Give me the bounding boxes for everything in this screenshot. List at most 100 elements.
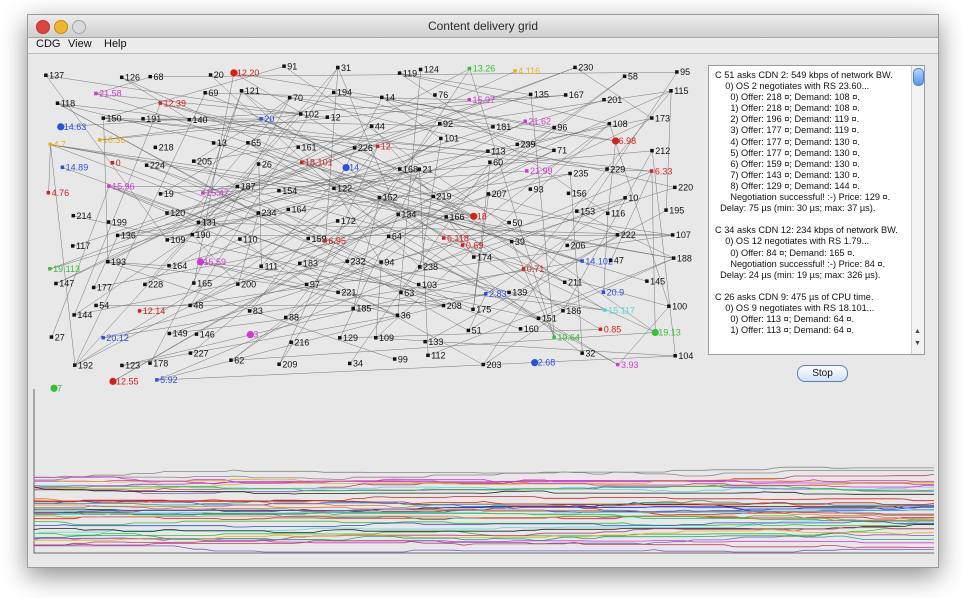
graph-node[interactable]: 71 [552, 146, 567, 156]
graph-node[interactable]: 117 [70, 241, 90, 251]
graph-node[interactable]: 3 [246, 330, 259, 340]
graph-node[interactable]: 96 [552, 123, 567, 133]
graph-node[interactable]: 238 [418, 262, 438, 272]
graph-node[interactable]: 13 [211, 138, 227, 148]
graph-node[interactable]: 153 [575, 206, 595, 216]
graph-node[interactable]: 14.89 [60, 162, 89, 172]
graph-node[interactable]: 50 [507, 218, 522, 228]
graph-node[interactable]: 133 [423, 337, 443, 347]
graph-node[interactable]: 58 [622, 72, 638, 82]
graph-node[interactable]: 91 [282, 61, 297, 71]
graph-node[interactable]: 94 [379, 257, 394, 267]
graph-node[interactable]: 54 [94, 301, 109, 311]
graph-node[interactable]: 99 [392, 354, 408, 364]
graph-node[interactable]: 3.93 [616, 360, 639, 370]
graph-node[interactable]: 20 [208, 70, 224, 80]
graph-node[interactable]: 31 [336, 63, 351, 73]
graph-node[interactable]: 14.102 [580, 256, 613, 266]
graph-node[interactable]: 205 [191, 156, 212, 166]
graph-node[interactable]: 34 [347, 359, 363, 369]
graph-node[interactable]: 109 [165, 235, 186, 245]
graph-node[interactable]: 101 [439, 134, 459, 144]
graph-node[interactable]: 190 [190, 230, 211, 240]
graph-node[interactable]: 228 [143, 280, 163, 290]
graph-node[interactable]: 6.98 [612, 136, 636, 146]
graph-node[interactable]: 206 [565, 241, 586, 251]
graph-node[interactable]: 209 [277, 360, 297, 370]
menu-help[interactable]: Help [104, 38, 127, 50]
graph-node[interactable]: 60 [488, 157, 503, 167]
graph-node[interactable]: 19 [158, 189, 174, 199]
graph-node[interactable]: 6.33 [649, 166, 673, 176]
graph-node[interactable]: 118 [55, 98, 75, 108]
graph-node[interactable]: 140 [187, 115, 208, 125]
graph-node[interactable]: 203 [481, 360, 501, 370]
graph-node[interactable]: 21.62 [523, 116, 551, 126]
graph-node[interactable]: 165 [192, 278, 212, 288]
graph-node[interactable]: 139 [507, 288, 527, 298]
graph-node[interactable]: 19.113 [48, 264, 80, 274]
graph-node[interactable]: 124 [418, 65, 439, 75]
graph-node[interactable]: 76 [433, 90, 448, 100]
graph-node[interactable]: 18.101 [300, 158, 333, 168]
graph-node[interactable]: 12 [375, 141, 391, 151]
graph-node[interactable]: 69 [203, 88, 218, 98]
graph-node[interactable]: 19.64 [552, 332, 580, 342]
graph-node[interactable]: 14.63 [57, 122, 86, 132]
graph-node[interactable]: 164 [167, 261, 187, 271]
graph-node[interactable]: 129 [338, 333, 358, 343]
graph-node[interactable]: 173 [650, 113, 670, 123]
graph-node[interactable]: 174 [472, 252, 492, 262]
graph-node[interactable]: 48 [188, 301, 203, 311]
graph-node[interactable]: 220 [673, 183, 693, 193]
graph-node[interactable]: 195 [664, 205, 684, 215]
graph-node[interactable]: 146 [194, 329, 215, 339]
graph-node[interactable]: 154 [277, 186, 297, 196]
graph-node[interactable]: 13.26 [467, 64, 496, 74]
menu-view[interactable]: View [68, 38, 92, 50]
graph-node[interactable]: 122 [332, 184, 352, 194]
graph-node[interactable]: 115 [669, 86, 689, 96]
graph-node[interactable]: 2.68 [531, 358, 555, 368]
graph-node[interactable]: 12 [325, 112, 341, 122]
graph-node[interactable]: 107 [670, 230, 691, 240]
graph-node[interactable]: 12.39 [158, 98, 187, 108]
graph-node[interactable]: 104 [673, 351, 693, 361]
graph-node[interactable]: 15.117 [603, 305, 635, 315]
graph-node[interactable]: 145 [645, 276, 665, 286]
graph-node[interactable]: 97 [304, 280, 320, 290]
graph-node[interactable]: 186 [561, 306, 581, 316]
graph-node[interactable]: 18 [470, 211, 487, 221]
graph-node[interactable]: 218 [153, 143, 174, 153]
graph-node[interactable]: 20.12 [101, 333, 129, 343]
title-bar[interactable]: Content delivery grid [28, 15, 938, 38]
graph-node[interactable]: 15.96 [107, 181, 135, 191]
graph-node[interactable]: 216 [289, 337, 309, 347]
graph-node[interactable]: 20 [259, 114, 274, 124]
graph-node[interactable]: 221 [336, 288, 356, 298]
graph-node[interactable]: 44 [369, 122, 385, 132]
graph-node[interactable]: 212 [650, 146, 670, 156]
graph-node[interactable]: 199 [106, 217, 127, 227]
graph-node[interactable]: 102 [299, 109, 319, 119]
graph-node[interactable]: 14 [380, 93, 395, 103]
graph-node[interactable]: 144 [72, 310, 92, 320]
graph-node[interactable]: 211 [562, 277, 582, 287]
graph-node[interactable]: 10 [623, 193, 638, 203]
graph-node[interactable]: 208 [441, 301, 462, 311]
graph-node[interactable]: 83 [247, 306, 263, 316]
graph-node[interactable]: 156 [566, 189, 587, 199]
graph-node[interactable]: 224 [144, 161, 165, 171]
graph-node[interactable]: 193 [106, 257, 126, 267]
graph-node[interactable]: 177 [91, 283, 112, 293]
graph-node[interactable]: 167 [563, 90, 584, 100]
graph-node[interactable]: 4.116 [513, 66, 540, 76]
negotiation-log[interactable]: C 51 asks CDN 2: 549 kbps of network BW.… [708, 65, 925, 355]
graph-node[interactable]: 151 [536, 313, 557, 323]
graph-node[interactable]: 201 [602, 95, 622, 105]
graph-node[interactable]: 15.97 [467, 95, 495, 105]
graph-node[interactable]: 192 [72, 360, 93, 370]
graph-node[interactable]: 95 [675, 67, 690, 77]
stop-button[interactable]: Stop [797, 365, 848, 382]
graph-node[interactable]: 21.99 [524, 166, 553, 176]
